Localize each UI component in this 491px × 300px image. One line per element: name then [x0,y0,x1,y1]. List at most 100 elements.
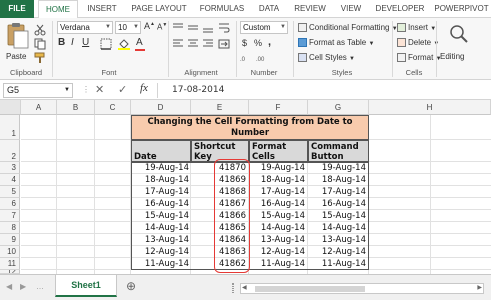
cell-g4[interactable]: 18-Aug-14 [308,174,366,186]
cell-d11[interactable]: 11-Aug-14 [131,258,189,270]
row-header-8[interactable]: 8 [0,222,20,234]
cell-f10[interactable]: 12-Aug-14 [249,246,305,258]
horizontal-scrollbar[interactable]: ◀ ▶ [240,283,484,294]
tab-home[interactable]: HOME [38,0,78,18]
name-box[interactable]: G5 ▼ [3,83,73,98]
cell-d9[interactable]: 13-Aug-14 [131,234,189,246]
row-header-9[interactable]: 9 [0,234,20,246]
select-all-corner[interactable] [0,100,21,115]
column-header-c[interactable]: C [95,100,131,115]
shrink-font-icon[interactable]: A▼ [157,22,167,32]
column-header-d[interactable]: D [131,100,191,115]
wrap-text-icon[interactable] [218,22,230,34]
cancel-icon[interactable]: ✕ [95,83,104,96]
tab-powerpivot[interactable]: POWERPIVOT [432,0,491,18]
more-sheets-icon[interactable]: … [36,282,44,291]
cell-g9[interactable]: 13-Aug-14 [308,234,366,246]
tab-file[interactable]: FILE [0,0,34,18]
splitter-handle[interactable] [232,283,234,293]
bold-button[interactable]: B [58,37,65,48]
cell-d8[interactable]: 14-Aug-14 [131,222,189,234]
tab-view[interactable]: VIEW [334,0,368,18]
cell-d10[interactable]: 12-Aug-14 [131,246,189,258]
row-header-10[interactable]: 10 [0,246,20,258]
font-size-select[interactable]: 10 ▼ [115,21,141,34]
tab-developer[interactable]: DEVELOPER [370,0,430,18]
column-header-e[interactable]: E [191,100,249,115]
cell-f6[interactable]: 16-Aug-14 [249,198,305,210]
cell-g11[interactable]: 11-Aug-14 [308,258,366,270]
cell-f8[interactable]: 14-Aug-14 [249,222,305,234]
cell-f3[interactable]: 19-Aug-14 [249,162,305,174]
italic-button[interactable]: I [71,37,74,48]
format-painter-icon[interactable] [34,52,46,64]
header-date[interactable]: Date [131,140,191,162]
header-command-button[interactable]: Command Button [308,140,369,162]
format-cells-button[interactable]: Format ▼ [397,53,442,63]
cell-f5[interactable]: 17-Aug-14 [249,186,305,198]
merge-center-icon[interactable] [218,38,230,50]
sheet-tab-sheet1[interactable]: Sheet1 [55,275,117,297]
row-header-4[interactable]: 4 [0,174,20,186]
top-align-icons[interactable] [172,22,216,34]
add-sheet-icon[interactable]: ⊕ [126,279,136,293]
font-name-select[interactable]: Verdana ▼ [57,21,113,34]
find-select-icon[interactable] [448,23,470,45]
insert-cells-button[interactable]: Insert ▼ [397,23,436,33]
fill-color-icon[interactable] [118,38,130,50]
column-header-f[interactable]: F [249,100,308,115]
conditional-formatting-button[interactable]: Conditional Formatting ▼ [298,23,398,33]
cell-styles-button[interactable]: Cell Styles ▼ [298,53,355,63]
paste-button[interactable] [4,22,30,52]
format-as-table-button[interactable]: Format as Table ▼ [298,38,374,48]
column-header-h[interactable]: H [369,100,491,115]
scroll-left-arrow-icon[interactable]: ◀ [242,284,247,291]
header-format-cells[interactable]: Format Cells [249,140,308,162]
row-header-3[interactable]: 3 [0,162,20,174]
tab-page-layout[interactable]: PAGE LAYOUT [126,0,192,18]
font-color-icon[interactable]: A [136,37,143,48]
horizontal-align-icons[interactable] [172,38,216,50]
row-header-11[interactable]: 11 [0,258,20,270]
tab-data[interactable]: DATA [252,0,286,18]
enter-icon[interactable]: ✓ [118,83,127,96]
column-header-a[interactable]: A [21,100,57,115]
borders-icon[interactable] [100,38,112,50]
cell-g7[interactable]: 15-Aug-14 [308,210,366,222]
table-title[interactable]: Changing the Cell Formatting from Date t… [131,115,369,140]
cell-d6[interactable]: 16-Aug-14 [131,198,189,210]
cell-g6[interactable]: 16-Aug-14 [308,198,366,210]
row-header-1[interactable]: 1 [0,115,20,140]
comma-button[interactable]: , [268,36,271,48]
cell-d4[interactable]: 18-Aug-14 [131,174,189,186]
row-header-7[interactable]: 7 [0,210,20,222]
cell-g5[interactable]: 17-Aug-14 [308,186,366,198]
row-header-2[interactable]: 2 [0,140,20,162]
currency-button[interactable]: $ [242,38,247,48]
delete-cells-button[interactable]: Delete ▼ [397,38,439,48]
cell-g3[interactable]: 19-Aug-14 [308,162,366,174]
percent-button[interactable]: % [254,38,262,48]
scroll-right-arrow-icon[interactable]: ▶ [477,284,482,291]
cell-d3[interactable]: 19-Aug-14 [131,162,189,174]
number-format-select[interactable]: Custom ▼ [240,21,288,34]
row-header-5[interactable]: 5 [0,186,20,198]
tab-formulas[interactable]: FORMULAS [194,0,250,18]
increase-decimal-icon[interactable]: .0 [240,52,252,64]
cell-f9[interactable]: 13-Aug-14 [249,234,305,246]
column-header-g[interactable]: G [308,100,369,115]
row-header-6[interactable]: 6 [0,198,20,210]
underline-button[interactable]: U [82,37,89,48]
cell-d7[interactable]: 15-Aug-14 [131,210,189,222]
grow-font-icon[interactable]: A▲ [144,21,155,31]
cell-d5[interactable]: 17-Aug-14 [131,186,189,198]
scrollbar-thumb[interactable] [255,286,365,292]
tab-insert[interactable]: INSERT [80,0,124,18]
cell-f4[interactable]: 18-Aug-14 [249,174,305,186]
scroll-left-icon[interactable]: ◀ [6,282,12,291]
tab-review[interactable]: REVIEW [288,0,332,18]
formula-input[interactable]: 17-08-2014 [172,85,224,95]
cell-g8[interactable]: 14-Aug-14 [308,222,366,234]
decrease-decimal-icon[interactable]: .00 [256,52,268,64]
copy-icon[interactable] [34,38,46,50]
